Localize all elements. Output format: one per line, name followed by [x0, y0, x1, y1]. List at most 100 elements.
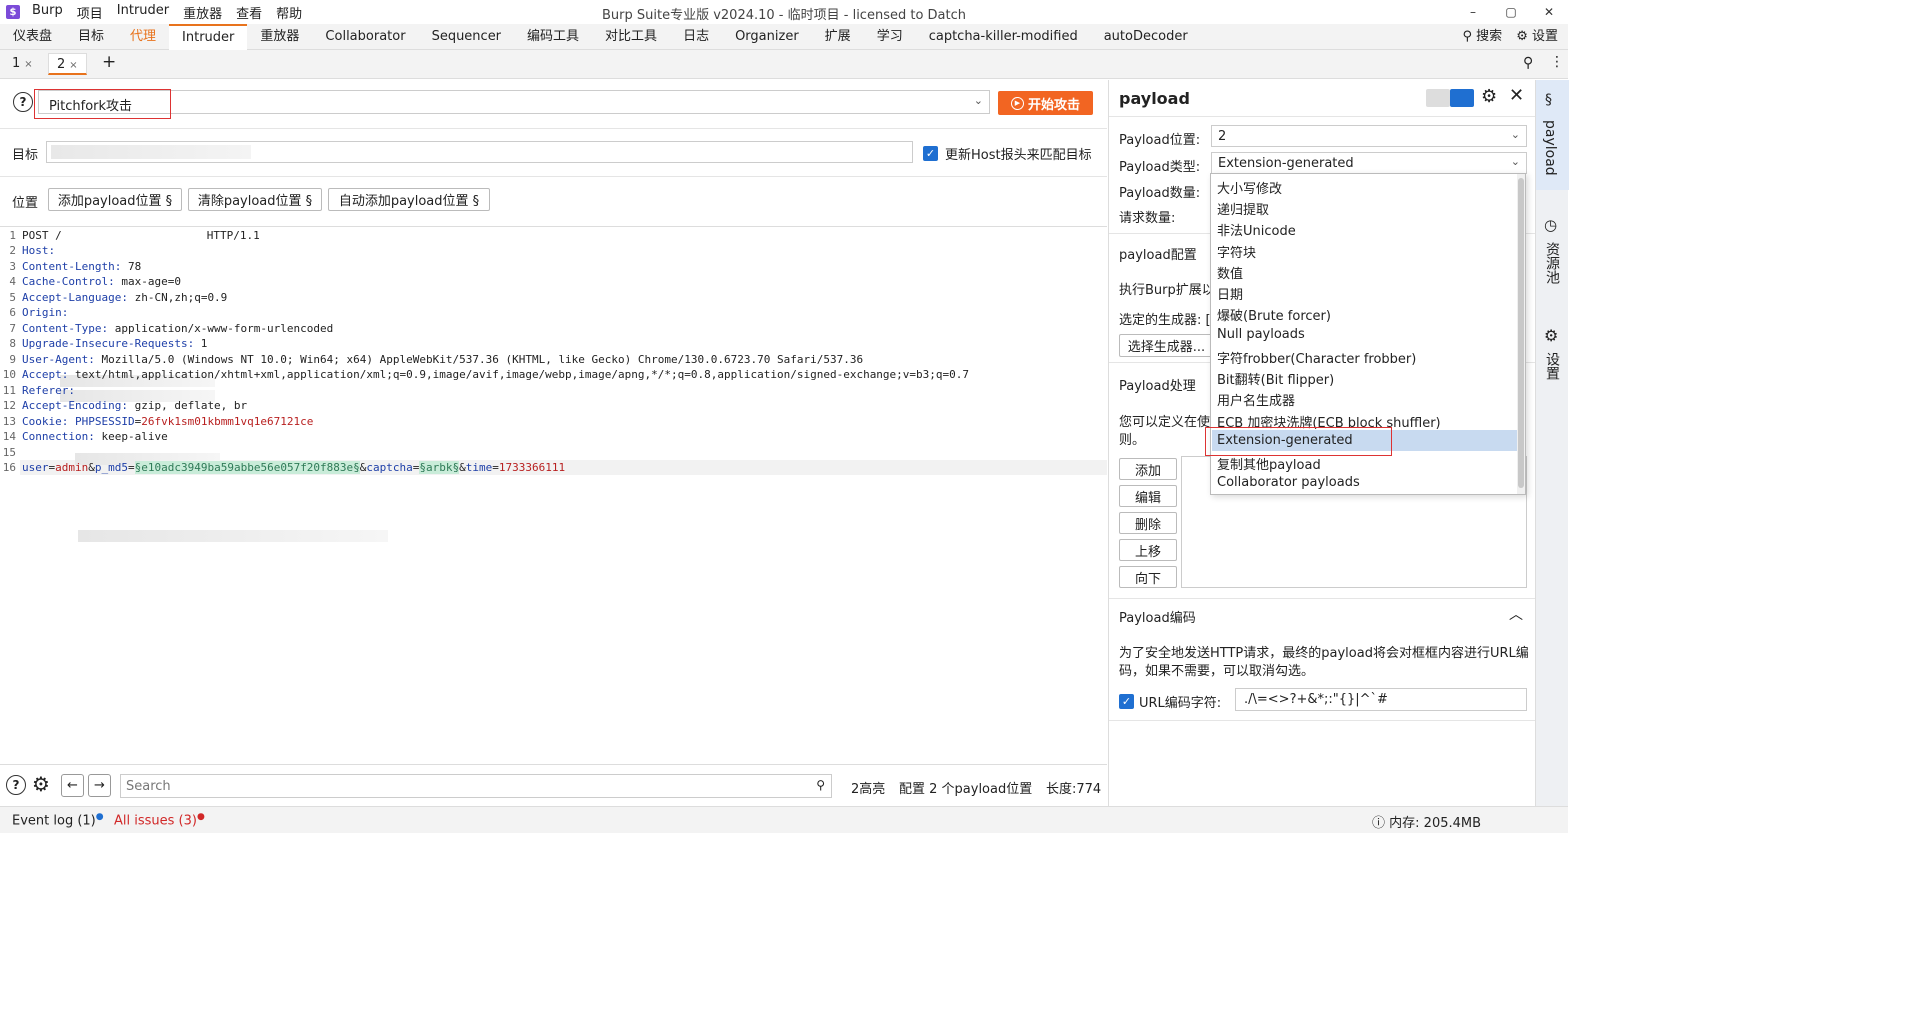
minimize-button[interactable]: –	[1454, 0, 1492, 24]
clear-payload-positions-button[interactable]: 清除payload位置 §	[188, 188, 322, 211]
add-rule-button[interactable]: 添加	[1119, 458, 1177, 480]
tab-comparer[interactable]: 对比工具	[592, 24, 670, 50]
tab-collaborator[interactable]: Collaborator	[312, 24, 418, 50]
request-editor[interactable]: 1 2 3 4 5 6 7 8 9 10 11 12 13 14 15 16 P…	[0, 226, 1107, 764]
line-number: 13	[2, 415, 16, 428]
checkbox-checked-icon[interactable]: ✓	[1119, 694, 1134, 709]
title-bar: $ Burp 项目 Intruder 重放器 查看 帮助 Burp Suite专…	[0, 0, 1568, 24]
select-generator-button[interactable]: 选择生成器...	[1119, 334, 1214, 357]
payload-position-select[interactable]: 2 ⌄	[1211, 125, 1527, 147]
payload-marker[interactable]: §arbk§	[419, 461, 460, 474]
search-icon: ⚲	[1462, 29, 1473, 44]
tab-repeater[interactable]: 重放器	[247, 24, 312, 50]
option-illegal-unicode[interactable]: 非法Unicode	[1217, 220, 1296, 239]
attack-type-select[interactable]: Pitchfork攻击 ⌄	[38, 90, 990, 114]
event-log-link[interactable]: Event log (1)●	[12, 812, 104, 828]
more-icon[interactable]: ⋮	[1550, 54, 1564, 70]
auto-add-payload-positions-button[interactable]: 自动添加payload位置 §	[328, 188, 490, 211]
option-character-frobber[interactable]: 字符frobber(Character frobber)	[1217, 348, 1416, 367]
remove-rule-button[interactable]: 删除	[1119, 512, 1177, 534]
close-button[interactable]: ✕	[1530, 0, 1568, 24]
side-tab-payload[interactable]: payload	[1542, 120, 1558, 176]
subtab-2[interactable]: 2 ×	[48, 53, 87, 75]
global-search-button[interactable]: ⚲ 搜索	[1463, 24, 1503, 50]
search-label: 搜索	[1476, 29, 1503, 44]
option-username-generator[interactable]: 用户名生成器	[1217, 390, 1295, 409]
tab-proxy[interactable]: 代理	[117, 24, 169, 50]
menu-burp[interactable]: Burp	[32, 3, 63, 22]
menu-view[interactable]: 查看	[236, 3, 262, 22]
option-brute-forcer[interactable]: 爆破(Brute forcer)	[1217, 305, 1331, 324]
start-attack-button[interactable]: ▶ 开始攻击	[998, 91, 1093, 115]
payload-marker[interactable]: §e10adc3949ba59abbe56e057f20f883e§	[134, 461, 360, 474]
header-line: Accept-Language: zh-CN,zh;q=0.9	[22, 291, 227, 304]
search-icon[interactable]: ⚲	[1523, 55, 1533, 71]
tab-extensions[interactable]: 扩展	[812, 24, 864, 50]
subtab-1[interactable]: 1 ×	[4, 53, 41, 75]
update-host-checkbox[interactable]: ✓ 更新Host报头来匹配目标	[923, 144, 1092, 163]
menu-project[interactable]: 项目	[77, 3, 103, 22]
tab-learn[interactable]: 学习	[864, 24, 916, 50]
global-settings-button[interactable]: ⚙ 设置	[1516, 24, 1558, 50]
move-up-button[interactable]: 上移	[1119, 539, 1177, 561]
line-number: 10	[2, 368, 16, 381]
payload-type-select[interactable]: Extension-generated ⌄	[1211, 152, 1527, 174]
close-icon[interactable]: ×	[24, 59, 32, 70]
edit-rule-button[interactable]: 编辑	[1119, 485, 1177, 507]
tab-captcha-killer[interactable]: captcha-killer-modified	[916, 24, 1091, 50]
target-input[interactable]	[46, 141, 913, 163]
menu-repeater[interactable]: 重放器	[183, 3, 222, 22]
header-value: max-age=0	[114, 275, 181, 288]
menu-intruder[interactable]: Intruder	[117, 3, 169, 22]
help-icon[interactable]: ?	[6, 775, 26, 795]
close-icon[interactable]: ✕	[1509, 85, 1524, 106]
help-icon[interactable]: ?	[13, 92, 33, 112]
option-dates[interactable]: 日期	[1217, 284, 1243, 303]
header-line: Referer:	[22, 384, 75, 397]
url-encode-chars-input[interactable]: ./\=<>?+&*;:"{}|^`#	[1235, 688, 1527, 711]
line-number: 9	[9, 353, 16, 366]
request-search-input[interactable]: Search ⚲	[120, 774, 832, 798]
param-name: time	[465, 461, 493, 474]
tab-organizer[interactable]: Organizer	[722, 24, 812, 50]
close-icon[interactable]: ×	[69, 60, 77, 71]
line-number: 5	[9, 291, 16, 304]
move-down-button[interactable]: 向下	[1119, 566, 1177, 588]
forward-arrow-icon[interactable]: →	[88, 774, 111, 797]
tab-sequencer[interactable]: Sequencer	[419, 24, 514, 50]
checkbox-checked-icon[interactable]: ✓	[923, 146, 938, 161]
side-tab-resource-pool[interactable]: 资源池	[1542, 242, 1562, 284]
search-placeholder: Search	[126, 779, 171, 794]
gear-icon[interactable]: ⚙	[1481, 86, 1497, 107]
option-numbers[interactable]: 数值	[1217, 263, 1243, 282]
chevron-up-icon[interactable]: ︿	[1509, 604, 1523, 624]
add-payload-position-button[interactable]: 添加payload位置 §	[48, 188, 182, 211]
option-character-blocks[interactable]: 字符块	[1217, 242, 1256, 261]
layout-split-icon[interactable]	[1450, 89, 1474, 107]
add-tab-button[interactable]: +	[94, 51, 124, 73]
option-collaborator-payloads[interactable]: Collaborator payloads	[1217, 475, 1360, 490]
tab-dashboard[interactable]: 仪表盘	[0, 24, 65, 50]
option-case-modification[interactable]: 大小写修改	[1217, 178, 1282, 197]
side-tab-settings[interactable]: 设置	[1542, 352, 1562, 380]
option-null-payloads[interactable]: Null payloads	[1217, 327, 1305, 342]
tab-decoder[interactable]: 编码工具	[514, 24, 592, 50]
tab-target[interactable]: 目标	[65, 24, 117, 50]
header-value: zh-CN,zh;q=0.9	[127, 291, 228, 304]
back-arrow-icon[interactable]: ←	[61, 774, 84, 797]
option-bit-flipper[interactable]: Bit翻转(Bit flipper)	[1217, 369, 1334, 388]
maximize-button[interactable]: ▢	[1492, 0, 1530, 24]
dropdown-scrollbar[interactable]	[1517, 174, 1525, 494]
url-encode-checkbox[interactable]: ✓ URL编码字符:	[1119, 692, 1221, 711]
menu-help[interactable]: 帮助	[276, 3, 302, 22]
tab-intruder[interactable]: Intruder	[169, 23, 248, 50]
option-recursive-grep[interactable]: 递归提取	[1217, 199, 1269, 218]
all-issues-link[interactable]: All issues (3)●	[114, 812, 205, 828]
gear-icon[interactable]: ⚙	[32, 772, 50, 796]
tab-autodecoder[interactable]: autoDecoder	[1091, 24, 1201, 50]
scrollbar-thumb[interactable]	[1518, 178, 1524, 488]
option-copy-other-payload[interactable]: 复制其他payload	[1217, 454, 1321, 473]
header-name: Referer:	[22, 384, 75, 397]
tab-logger[interactable]: 日志	[670, 24, 722, 50]
layout-list-icon[interactable]	[1426, 89, 1450, 107]
